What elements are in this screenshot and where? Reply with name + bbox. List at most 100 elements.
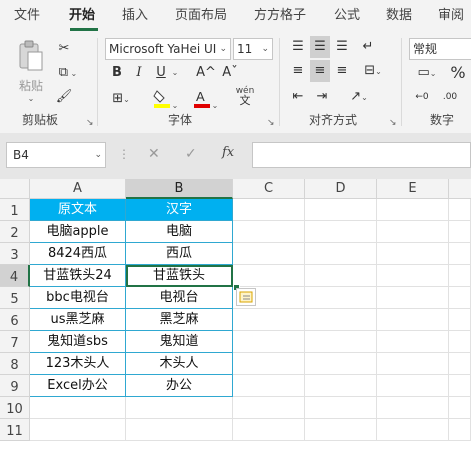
cell[interactable]: 电脑: [126, 221, 233, 243]
cell[interactable]: us黑芝麻: [30, 309, 126, 331]
cell[interactable]: [305, 243, 377, 265]
cell[interactable]: [377, 397, 449, 419]
tab-formulas[interactable]: 公式: [334, 0, 360, 32]
tab-page-layout[interactable]: 页面布局: [175, 0, 227, 32]
row-header[interactable]: 3: [0, 243, 30, 265]
align-top-button[interactable]: ☰: [288, 36, 308, 58]
underline-button[interactable]: U: [152, 62, 170, 84]
cell[interactable]: 鬼知道: [126, 331, 233, 353]
row-header[interactable]: 10: [0, 397, 30, 419]
column-header-f[interactable]: [449, 179, 471, 199]
row-header[interactable]: 6: [0, 309, 30, 331]
phonetic-button[interactable]: wén 文: [232, 86, 258, 110]
launcher-icon[interactable]: ↘: [86, 118, 94, 128]
cell[interactable]: [305, 265, 377, 287]
font-color-button[interactable]: A ⌄: [188, 88, 222, 110]
cell[interactable]: [377, 353, 449, 375]
cell[interactable]: [305, 199, 377, 221]
increase-decimal-button[interactable]: ←0: [410, 86, 434, 108]
cell[interactable]: [377, 309, 449, 331]
cell[interactable]: [126, 419, 233, 441]
row-header[interactable]: 7: [0, 331, 30, 353]
cell[interactable]: [449, 375, 471, 397]
grow-font-button[interactable]: A^: [196, 62, 216, 84]
drag-handle-icon[interactable]: ⋮: [118, 147, 130, 161]
cut-button[interactable]: ✂: [54, 38, 74, 60]
fill-color-button[interactable]: ⌄: [148, 88, 182, 110]
insert-function-button[interactable]: fx: [222, 145, 234, 160]
cell[interactable]: 鬼知道sbs: [30, 331, 126, 353]
row-header[interactable]: 5: [0, 287, 30, 309]
cell[interactable]: 8424西瓜: [30, 243, 126, 265]
cell[interactable]: [233, 331, 305, 353]
decrease-indent-button[interactable]: ⇤: [288, 86, 308, 108]
cell[interactable]: [449, 199, 471, 221]
cell[interactable]: [377, 419, 449, 441]
row-header[interactable]: 9: [0, 375, 30, 397]
launcher-icon[interactable]: ↘: [389, 118, 397, 128]
cell[interactable]: [377, 265, 449, 287]
cell[interactable]: [233, 309, 305, 331]
row-header[interactable]: 1: [0, 199, 30, 221]
cell[interactable]: [377, 331, 449, 353]
cell[interactable]: 电脑apple: [30, 221, 126, 243]
chevron-down-icon[interactable]: ⌄: [170, 62, 180, 84]
tab-file[interactable]: 文件: [14, 0, 40, 32]
wrap-text-button[interactable]: ↵: [358, 36, 378, 58]
row-header[interactable]: 2: [0, 221, 30, 243]
cell[interactable]: 电视台: [126, 287, 233, 309]
align-bottom-button[interactable]: ☰: [332, 36, 352, 58]
cell[interactable]: 办公: [126, 375, 233, 397]
cell[interactable]: [233, 265, 305, 287]
cell[interactable]: [305, 419, 377, 441]
cell[interactable]: [377, 287, 449, 309]
accounting-format-button[interactable]: ▭⌄: [410, 62, 444, 84]
cell[interactable]: [449, 221, 471, 243]
border-button[interactable]: ⊞⌄: [106, 88, 136, 110]
row-header[interactable]: 8: [0, 353, 30, 375]
cell[interactable]: [233, 199, 305, 221]
column-header-b[interactable]: B: [126, 179, 233, 199]
cell[interactable]: [305, 397, 377, 419]
cell[interactable]: [305, 221, 377, 243]
table-header-cell[interactable]: 汉字: [126, 199, 233, 221]
cell[interactable]: [233, 397, 305, 419]
cell[interactable]: [449, 419, 471, 441]
tab-insert[interactable]: 插入: [122, 0, 148, 32]
tab-data[interactable]: 数据: [386, 0, 412, 32]
percent-button[interactable]: %: [448, 62, 468, 84]
cell[interactable]: 西瓜: [126, 243, 233, 265]
cell[interactable]: [377, 375, 449, 397]
cell[interactable]: [449, 309, 471, 331]
cell[interactable]: [449, 243, 471, 265]
cell[interactable]: [233, 221, 305, 243]
enter-button[interactable]: ✓: [185, 146, 197, 162]
row-header[interactable]: 4: [0, 265, 30, 287]
tab-review[interactable]: 审阅: [438, 0, 464, 32]
launcher-icon[interactable]: ↘: [267, 118, 275, 128]
cancel-button[interactable]: ✕: [148, 146, 160, 162]
column-header-d[interactable]: D: [305, 179, 377, 199]
cell[interactable]: 甘蓝铁头24: [30, 265, 126, 287]
font-name-select[interactable]: Microsoft YaHei UI ⌄: [105, 38, 231, 60]
merge-center-button[interactable]: ⊟⌄: [356, 60, 390, 82]
cell[interactable]: [233, 353, 305, 375]
cell[interactable]: [449, 397, 471, 419]
name-box[interactable]: B4 ⌄: [6, 142, 106, 168]
cell[interactable]: [305, 375, 377, 397]
italic-button[interactable]: I: [130, 62, 148, 84]
cell[interactable]: [233, 243, 305, 265]
cell[interactable]: [377, 199, 449, 221]
cell[interactable]: [126, 397, 233, 419]
paste-button[interactable]: 粘贴 ⌄: [14, 40, 48, 103]
number-format-select[interactable]: 常规: [409, 38, 471, 60]
column-header-e[interactable]: E: [377, 179, 449, 199]
decrease-decimal-button[interactable]: .00: [438, 86, 462, 108]
bold-button[interactable]: B: [108, 62, 126, 84]
column-header-c[interactable]: C: [233, 179, 305, 199]
cell[interactable]: bbc电视台: [30, 287, 126, 309]
active-cell[interactable]: 甘蓝铁头: [126, 265, 233, 287]
cell[interactable]: [449, 287, 471, 309]
cell[interactable]: [449, 331, 471, 353]
align-center-button[interactable]: ≡: [310, 60, 330, 82]
